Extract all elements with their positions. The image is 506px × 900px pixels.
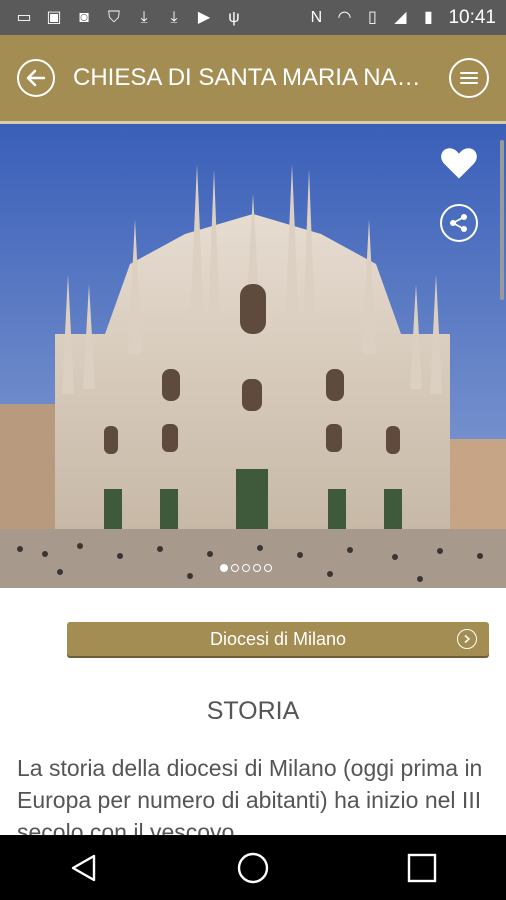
diocese-button[interactable]: Diocesi di Milano <box>67 622 489 656</box>
home-nav-icon <box>237 852 269 883</box>
back-nav-icon <box>72 854 96 881</box>
battery-icon: ▮ <box>424 8 433 26</box>
section-title: STORIA <box>206 697 300 725</box>
sim-off-icon: ▯ <box>368 8 377 26</box>
menu-icon <box>460 72 478 84</box>
slide-dot[interactable] <box>220 564 228 572</box>
slide-dot[interactable] <box>253 564 261 572</box>
download-icon: ⤓ <box>140 8 148 26</box>
clock: 10:41 <box>448 6 496 28</box>
menu-button[interactable] <box>449 58 489 98</box>
play-icon: ▶ <box>197 8 211 26</box>
slide-dot[interactable] <box>242 564 250 572</box>
system-icons: N ◠ ▯ ◢ ▮ 10:41 <box>306 7 506 29</box>
signal-icon: ◢ <box>394 8 407 26</box>
favorite-heart-icon[interactable] <box>437 140 481 184</box>
section-body: La storia della diocesi di Milano (oggi … <box>17 755 483 836</box>
recents-nav-icon <box>407 853 436 882</box>
share-icon <box>450 214 467 232</box>
share-button[interactable] <box>440 204 478 242</box>
slide-dot[interactable] <box>231 564 239 572</box>
back-button[interactable] <box>17 59 55 97</box>
notification-icons: ▭ ▣ ◙ ⛉ ⤓ ⤓ ▶ ψ <box>0 8 244 28</box>
navigation-bar <box>0 835 506 900</box>
badge-100-icon: ◙ <box>79 8 89 26</box>
nfc-icon: N <box>310 8 323 26</box>
image-icon: ▣ <box>46 8 62 26</box>
nav-recents-button[interactable] <box>392 838 452 898</box>
image-gallery[interactable] <box>0 124 506 588</box>
slide-dot[interactable] <box>264 564 272 572</box>
cathedral-photo <box>0 124 506 588</box>
chat-icon: ▭ <box>16 8 32 26</box>
chevron-right-icon <box>457 629 477 649</box>
slide-indicator <box>220 564 272 572</box>
usb-icon: ψ <box>228 8 240 26</box>
scrollbar[interactable] <box>500 140 504 300</box>
status-bar: ▭ ▣ ◙ ⛉ ⤓ ⤓ ▶ ψ N ◠ ▯ ◢ ▮ 10:41 <box>0 0 506 35</box>
download-icon: ⤓ <box>170 8 178 26</box>
page-title: CHIESA DI SANTA MARIA NASCENTE <box>73 64 435 91</box>
nav-home-button[interactable] <box>223 838 283 898</box>
diocese-button-label: Diocesi di Milano <box>209 628 347 649</box>
back-arrow-icon <box>26 69 46 87</box>
nav-back-button[interactable] <box>54 838 114 898</box>
shield-icon: ⛉ <box>107 8 120 26</box>
wifi-icon: ◠ <box>337 8 352 26</box>
app-bar: CHIESA DI SANTA MARIA NASCENTE <box>0 35 506 121</box>
